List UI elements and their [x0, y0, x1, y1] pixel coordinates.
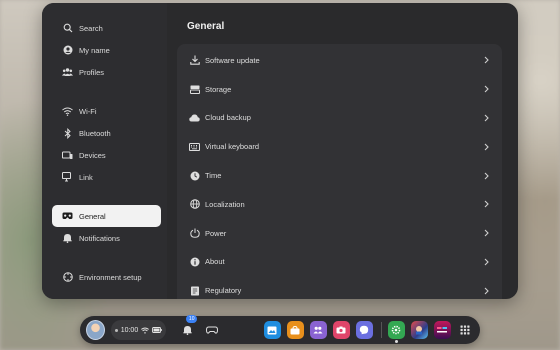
avatar[interactable]	[86, 320, 106, 340]
grid-icon	[460, 325, 470, 335]
bell-icon	[183, 325, 192, 335]
row-virtual-keyboard[interactable]: Virtual keyboard	[177, 132, 502, 161]
environment-icon	[62, 272, 73, 283]
settings-window: Search My name Profiles Wi-Fi Bluetooth	[42, 3, 518, 299]
controller-icon	[206, 326, 219, 334]
row-regulatory[interactable]: Regulatory	[177, 276, 502, 299]
row-label: Localization	[205, 199, 245, 209]
row-storage[interactable]: Storage	[177, 75, 502, 104]
settings-sidebar: Search My name Profiles Wi-Fi Bluetooth	[42, 3, 167, 299]
taskbar-divider	[380, 322, 382, 338]
sidebar-item-label: My name	[79, 45, 110, 55]
cloud-icon	[189, 112, 200, 123]
row-localization[interactable]: Localization	[177, 190, 502, 219]
headset-icon	[62, 211, 73, 222]
sidebar-item-wifi[interactable]: Wi-Fi	[52, 100, 161, 122]
row-label: Time	[205, 171, 222, 181]
bluetooth-icon	[62, 127, 73, 139]
row-label: Software update	[205, 55, 260, 65]
store-app-icon[interactable]	[286, 321, 304, 339]
link-icon	[62, 172, 73, 183]
storage-icon	[189, 84, 200, 95]
general-settings-content: General Software update Storage Cloud ba…	[167, 3, 518, 299]
row-label: Cloud backup	[205, 113, 251, 123]
settings-app-icon[interactable]	[387, 321, 405, 343]
sidebar-item-profiles[interactable]: Profiles	[52, 61, 161, 83]
sidebar-item-label: Notifications	[79, 233, 120, 243]
sidebar-item-label: Devices	[79, 150, 106, 160]
globe-icon	[189, 199, 200, 210]
game-app-icon[interactable]	[410, 321, 428, 339]
chevron-right-icon	[482, 114, 490, 122]
sidebar-item-notifications[interactable]: Notifications	[52, 227, 161, 249]
quick-settings-pill[interactable]: 10:00	[111, 320, 166, 340]
search-icon	[62, 23, 73, 34]
info-icon	[189, 256, 200, 267]
people-app-icon[interactable]	[309, 321, 327, 339]
app-library-button[interactable]	[457, 321, 474, 339]
chevron-right-icon	[482, 200, 490, 208]
chevron-right-icon	[482, 229, 490, 237]
download-icon	[189, 55, 200, 66]
messenger-app-icon[interactable]	[355, 321, 373, 339]
row-time[interactable]: Time	[177, 161, 502, 190]
chevron-right-icon	[482, 172, 490, 180]
sidebar-item-label: Bluetooth	[79, 128, 111, 138]
row-label: About	[205, 257, 225, 267]
row-label: Regulatory	[205, 286, 242, 296]
chevron-right-icon	[482, 143, 490, 151]
controller-button[interactable]	[203, 320, 222, 340]
regulatory-icon	[189, 285, 200, 296]
sidebar-item-label: Link	[79, 172, 93, 182]
sidebar-item-devices[interactable]: Devices	[52, 144, 161, 166]
battery-icon	[152, 327, 163, 333]
power-icon	[189, 228, 200, 239]
row-about[interactable]: About	[177, 248, 502, 277]
sidebar-item-my-name[interactable]: My name	[52, 39, 161, 61]
status-dot-icon	[114, 328, 118, 332]
row-cloud-backup[interactable]: Cloud backup	[177, 104, 502, 133]
sidebar-item-search[interactable]: Search	[52, 17, 161, 39]
bell-icon	[62, 233, 73, 244]
settings-list: Software update Storage Cloud backup Vir…	[177, 44, 502, 299]
row-label: Storage	[205, 84, 232, 94]
row-software-update[interactable]: Software update	[177, 46, 502, 75]
row-label: Virtual keyboard	[205, 142, 260, 152]
sidebar-item-label: Environment setup	[79, 272, 142, 282]
page-title: General	[187, 21, 225, 32]
keyboard-icon	[189, 141, 200, 152]
account-icon	[62, 45, 73, 56]
sidebar-item-label: Profiles	[79, 67, 105, 77]
notification-count-badge: 10	[185, 315, 198, 323]
notifications-button[interactable]: 10	[178, 315, 198, 340]
chevron-right-icon	[482, 56, 490, 64]
row-power[interactable]: Power	[177, 219, 502, 248]
taskbar: 10:00 10	[80, 315, 480, 344]
running-indicator	[394, 340, 398, 343]
sidebar-item-label: Wi-Fi	[79, 106, 97, 116]
beat-saber-app-icon[interactable]	[433, 321, 451, 339]
sidebar-item-bluetooth[interactable]: Bluetooth	[52, 122, 161, 144]
chevron-right-icon	[482, 287, 490, 295]
clock-icon	[189, 170, 200, 181]
camera-app-icon[interactable]	[332, 321, 350, 339]
wifi-status-icon	[141, 326, 150, 334]
sidebar-item-link[interactable]: Link	[52, 166, 161, 188]
sidebar-item-label: General	[79, 211, 106, 221]
sidebar-item-label: Search	[79, 23, 103, 33]
sidebar-item-general[interactable]: General	[52, 205, 161, 227]
chevron-right-icon	[482, 258, 490, 266]
devices-icon	[62, 150, 73, 161]
gallery-app-icon[interactable]	[263, 321, 281, 339]
wifi-icon	[62, 106, 73, 117]
clock-time: 10:00	[120, 326, 139, 334]
profiles-icon	[62, 67, 73, 78]
row-label: Power	[205, 228, 227, 238]
chevron-right-icon	[482, 85, 490, 93]
sidebar-item-environment-setup[interactable]: Environment setup	[52, 266, 161, 288]
